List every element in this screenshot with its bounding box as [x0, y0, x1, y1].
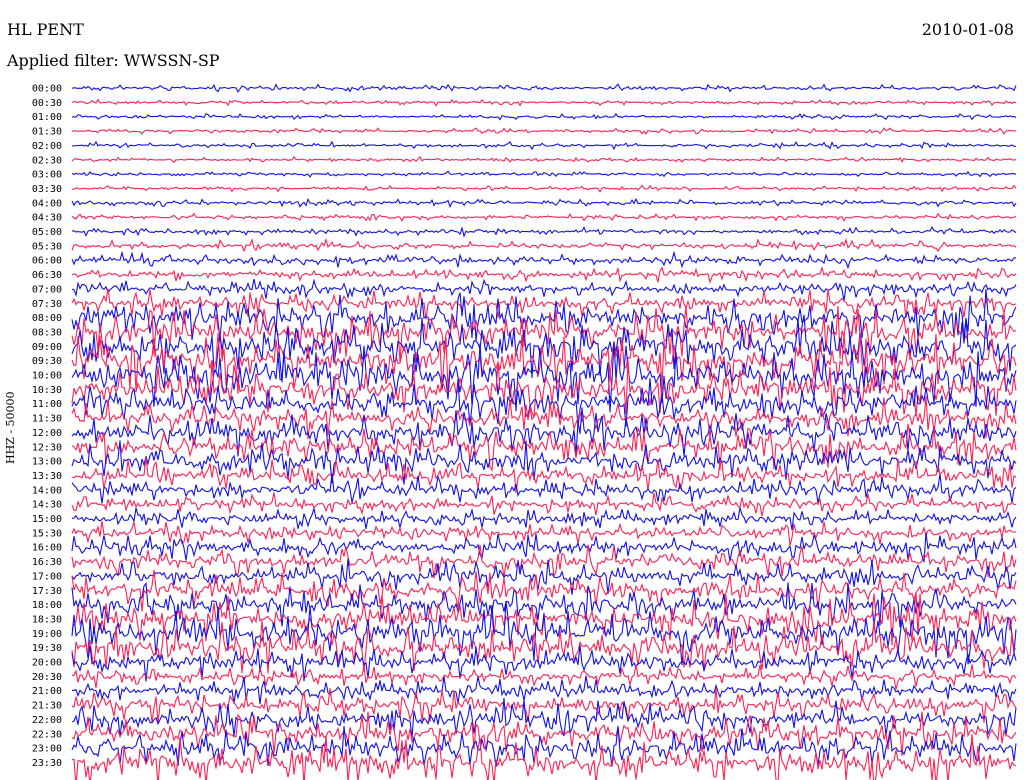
tick-label-0500: 05:00	[32, 227, 62, 238]
trace-row-0430	[71, 212, 1017, 222]
tick-label-1900: 19:00	[32, 629, 62, 640]
trace-row-2300	[71, 725, 1017, 768]
tick-label-1330: 13:30	[32, 471, 62, 482]
tick-label-1800: 18:00	[32, 600, 62, 611]
trace-row-0000	[71, 83, 1017, 93]
tick-label-0100: 01:00	[32, 112, 62, 123]
tick-label-1930: 19:30	[32, 643, 62, 654]
trace-row-1630	[71, 544, 1017, 579]
tick-label-0000: 00:00	[32, 84, 62, 95]
tick-label-0300: 03:00	[32, 170, 62, 181]
trace-row-1500	[71, 506, 1017, 531]
tick-label-1300: 13:00	[32, 457, 62, 468]
tick-label-0900: 09:00	[32, 342, 62, 353]
tick-label-2230: 22:30	[32, 729, 62, 740]
tick-label-1400: 14:00	[32, 485, 62, 496]
tick-label-1700: 17:00	[32, 571, 62, 582]
trace-row-0330	[71, 184, 1017, 193]
tick-label-0930: 09:30	[32, 356, 62, 367]
tick-label-0230: 02:30	[32, 155, 62, 166]
trace-row-0400	[71, 197, 1017, 209]
trace-row-2330	[71, 733, 1017, 780]
trace-row-0130	[71, 127, 1017, 135]
trace-row-0630	[71, 266, 1017, 285]
trace-row-0030	[71, 98, 1017, 107]
trace-row-0500	[71, 225, 1017, 238]
tick-label-2330: 23:30	[32, 758, 62, 769]
trace-row-2130	[71, 688, 1017, 723]
tick-label-1000: 10:00	[32, 371, 62, 382]
tick-label-2300: 23:00	[32, 744, 62, 755]
trace-row-0230	[71, 155, 1017, 164]
trace-row-0100	[72, 112, 1017, 121]
tick-label-0830: 08:30	[32, 327, 62, 338]
tick-label-0800: 08:00	[32, 313, 62, 324]
tick-label-2130: 21:30	[32, 701, 62, 712]
tick-label-0730: 07:30	[32, 299, 62, 310]
tick-label-0430: 04:30	[32, 213, 62, 224]
trace-row-2200	[71, 697, 1017, 738]
trace-row-0300	[71, 170, 1017, 178]
tick-label-0600: 06:00	[32, 256, 62, 267]
tick-label-0400: 04:00	[32, 198, 62, 209]
tick-label-1500: 15:00	[32, 514, 62, 525]
tick-label-0200: 02:00	[32, 141, 62, 152]
trace-row-1200	[71, 407, 1017, 457]
tick-label-0530: 05:30	[32, 241, 62, 252]
trace-row-0600	[71, 250, 1017, 270]
tick-label-0330: 03:30	[32, 184, 62, 195]
tick-label-1130: 11:30	[32, 414, 62, 425]
tick-label-0700: 07:00	[32, 284, 62, 295]
tick-labels-group: 00:00 00:30 01:00 01:30 02:00 02:30 03:00 03:30…	[32, 84, 62, 769]
trace-row-2100	[72, 675, 1017, 705]
tick-label-1830: 18:30	[32, 614, 62, 625]
helicorder-plot: 00:00 00:30 01:00 01:30 02:00 02:30 03:00 03:30…	[32, 83, 1017, 780]
tick-label-2000: 20:00	[32, 658, 62, 669]
trace-row-0530	[71, 237, 1017, 253]
trace-row-0700	[71, 278, 1017, 301]
tick-label-1030: 10:30	[32, 385, 62, 396]
tick-label-1200: 12:00	[32, 428, 62, 439]
trace-row-1600	[71, 532, 1017, 563]
tick-label-1730: 17:30	[32, 586, 62, 597]
tick-label-2200: 22:00	[32, 715, 62, 726]
traces-group	[71, 83, 1017, 780]
trace-row-0200	[71, 140, 1017, 151]
tick-label-2030: 20:30	[32, 672, 62, 683]
tick-label-1600: 16:00	[32, 543, 62, 554]
tick-label-1630: 16:30	[32, 557, 62, 568]
tick-label-0630: 06:30	[32, 270, 62, 281]
tick-label-2100: 21:00	[32, 686, 62, 697]
tick-label-1230: 12:30	[32, 442, 62, 453]
tick-label-0030: 00:30	[32, 98, 62, 109]
tick-label-1530: 15:30	[32, 528, 62, 539]
tick-label-1100: 11:00	[32, 399, 62, 410]
tick-label-0130: 01:30	[32, 127, 62, 138]
tick-label-1430: 14:30	[32, 500, 62, 511]
